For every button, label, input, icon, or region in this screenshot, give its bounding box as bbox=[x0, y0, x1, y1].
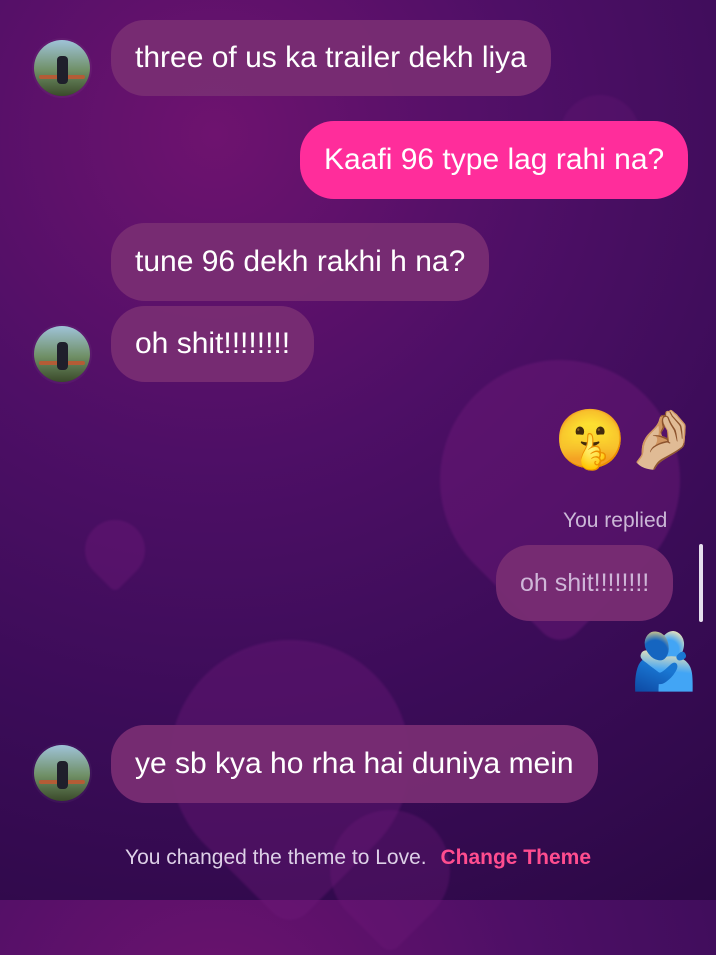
message-bubble-received[interactable]: tune 96 dekh rakhi h na? bbox=[111, 223, 490, 301]
emoji-message[interactable]: 🤫🤌🏼 bbox=[554, 411, 698, 469]
avatar-person-detail bbox=[57, 342, 68, 370]
background-heart-decoration bbox=[72, 507, 158, 593]
message-bubble-received[interactable]: ye sb kya ho rha hai duniya mein bbox=[111, 725, 598, 803]
avatar-person-detail bbox=[57, 761, 68, 789]
message-bubble-sent[interactable]: Kaafi 96 type lag rahi na? bbox=[300, 121, 689, 199]
theme-change-notice: You changed the theme to Love. Change Th… bbox=[0, 846, 716, 870]
reply-meta-label: You replied bbox=[563, 509, 668, 532]
change-theme-link[interactable]: Change Theme bbox=[440, 846, 591, 869]
contact-avatar[interactable] bbox=[34, 745, 90, 801]
reply-quote-bubble[interactable]: oh shit!!!!!!!! bbox=[496, 545, 674, 621]
message-text: oh shit!!!!!!!! bbox=[135, 327, 291, 360]
message-bubble-received[interactable]: oh shit!!!!!!!! bbox=[111, 306, 315, 382]
message-text: ye sb kya ho rha hai duniya mein bbox=[135, 747, 574, 780]
hug-emoji-message[interactable]: 🫂 bbox=[629, 633, 699, 689]
message-text: Kaafi 96 type lag rahi na? bbox=[324, 143, 665, 176]
quoted-message-text: oh shit!!!!!!!! bbox=[520, 568, 650, 597]
message-text: tune 96 dekh rakhi h na? bbox=[135, 245, 466, 278]
avatar-person-detail bbox=[57, 56, 68, 84]
message-bubble-received[interactable]: three of us ka trailer dekh liya bbox=[111, 20, 551, 96]
reply-indicator-bar bbox=[699, 544, 703, 622]
message-text: three of us ka trailer dekh liya bbox=[135, 41, 527, 74]
theme-change-text: You changed the theme to Love. bbox=[124, 846, 427, 869]
contact-avatar[interactable] bbox=[34, 326, 90, 382]
contact-avatar[interactable] bbox=[34, 40, 90, 96]
